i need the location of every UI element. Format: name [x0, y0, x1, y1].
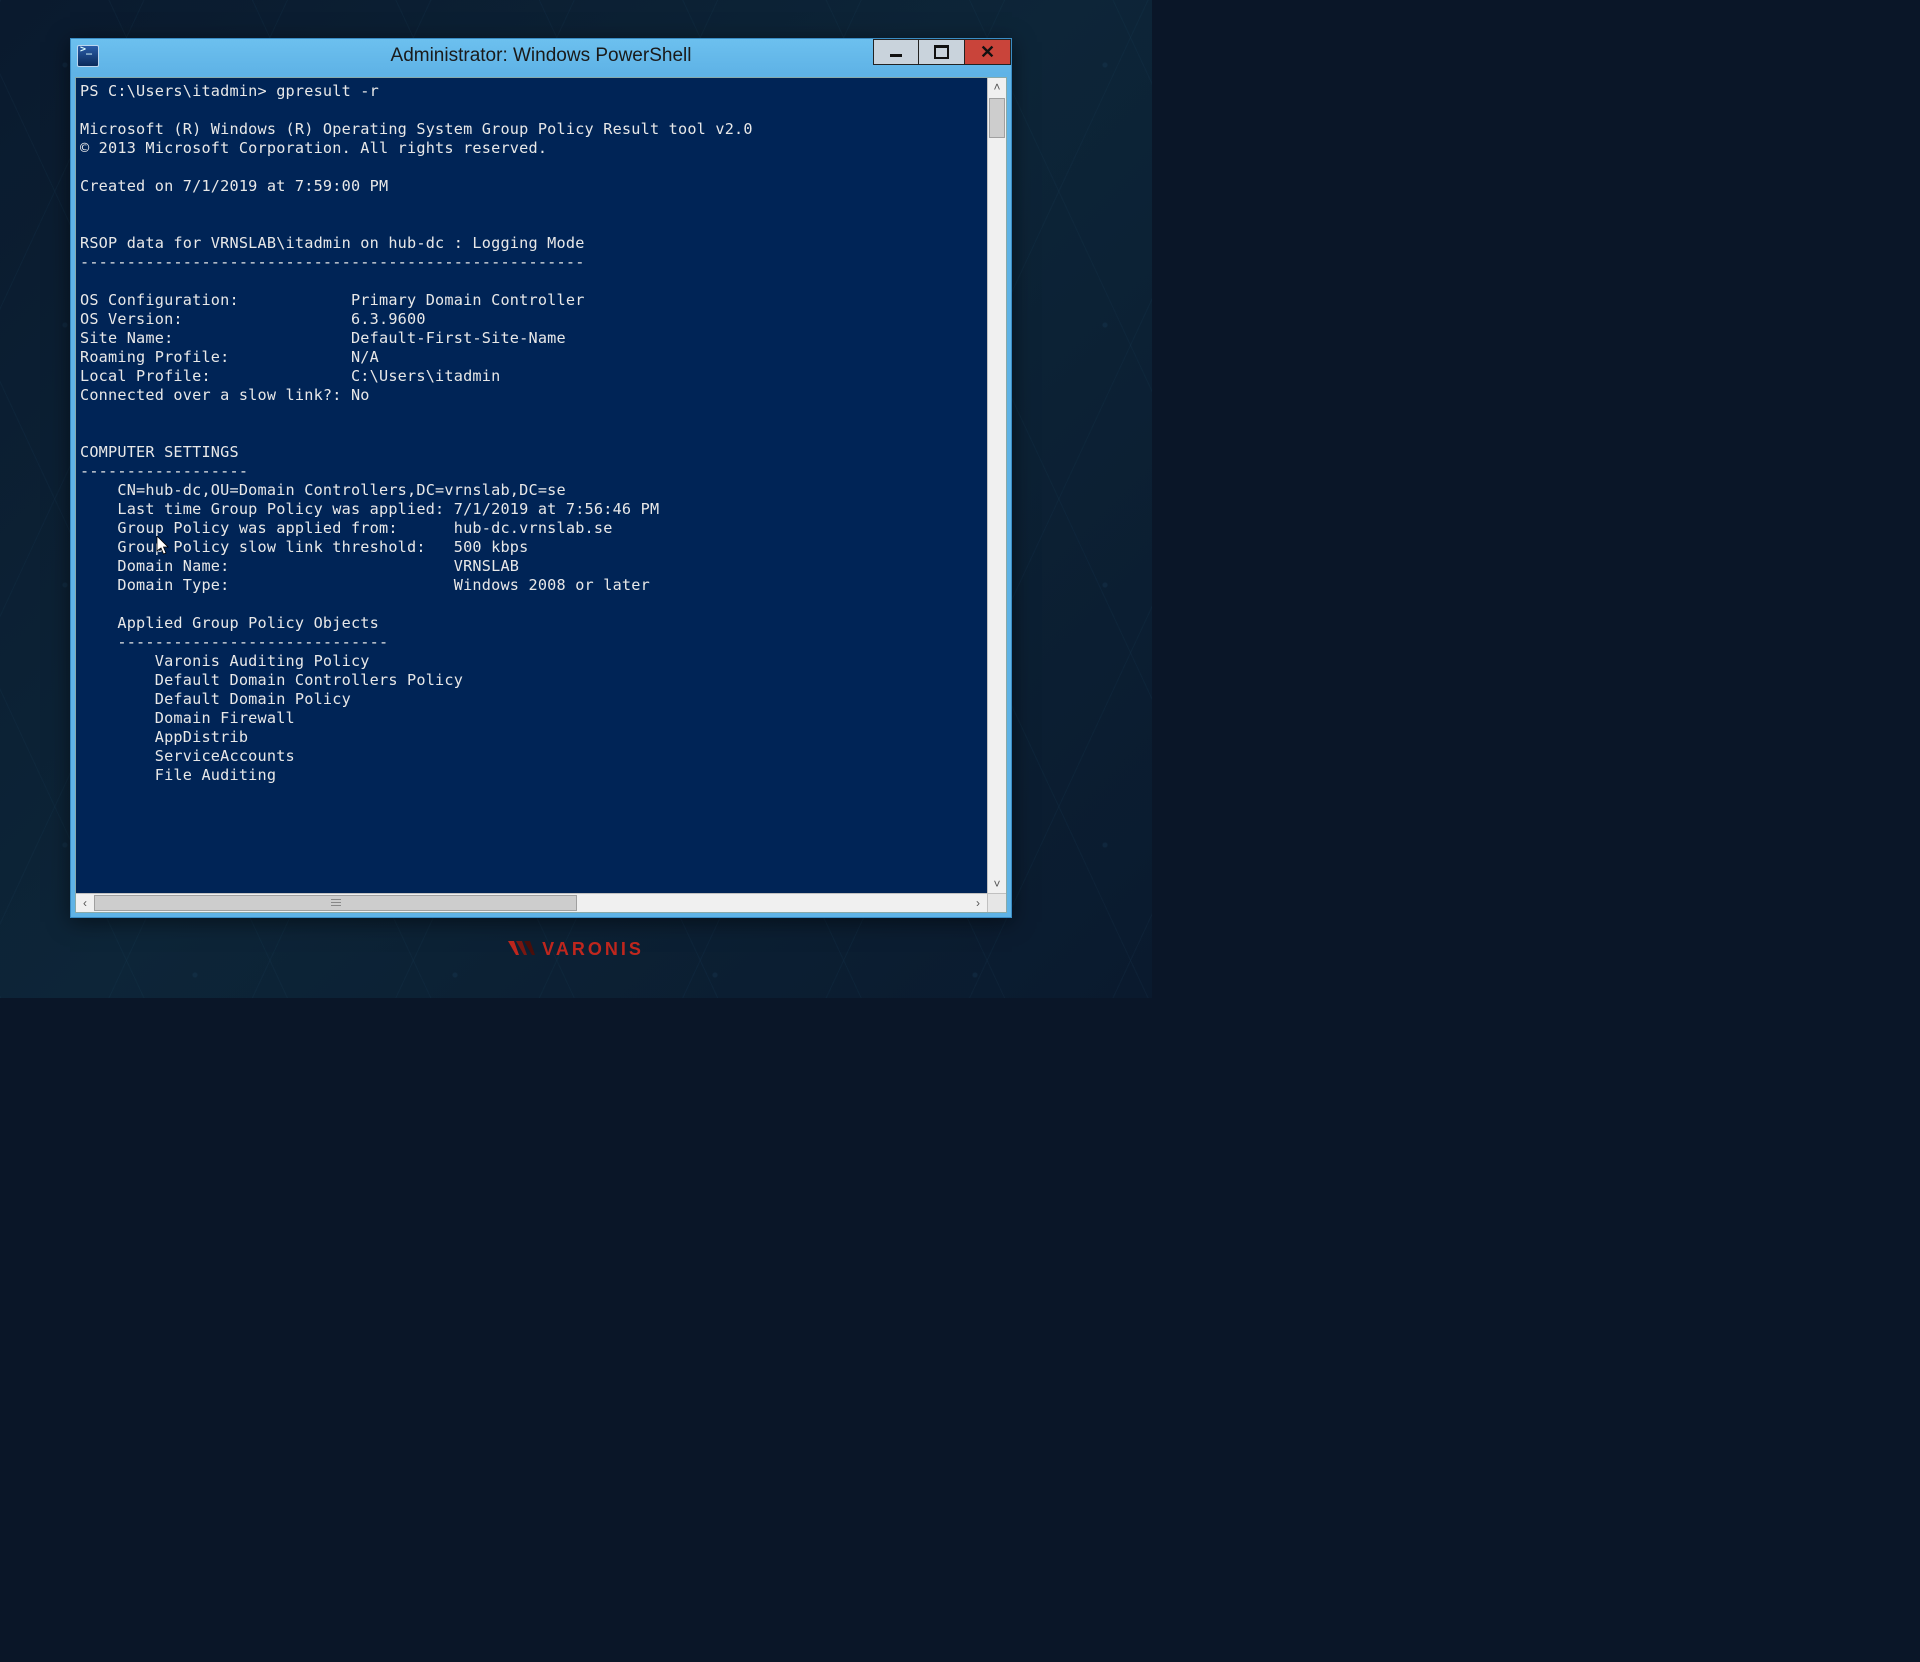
- powershell-icon: [77, 45, 99, 67]
- scroll-up-arrow-icon[interactable]: ˄: [988, 78, 1006, 96]
- vertical-scroll-thumb[interactable]: [989, 98, 1005, 138]
- os-config-value: Primary Domain Controller: [351, 291, 585, 309]
- rsop-header: RSOP data for VRNSLAB\itadmin on hub-dc …: [80, 234, 585, 252]
- slow-link-value: No: [351, 386, 370, 404]
- window-titlebar[interactable]: Administrator: Windows PowerShell ✕: [71, 39, 1011, 73]
- console-output[interactable]: PS C:\Users\itadmin> gpresult -r Microso…: [76, 78, 987, 893]
- tool-header-1: Microsoft (R) Windows (R) Operating Syst…: [80, 120, 753, 138]
- scroll-left-arrow-icon[interactable]: ‹: [76, 894, 94, 912]
- site-name-label: Site Name:: [80, 329, 173, 347]
- gpo-item: File Auditing: [155, 766, 276, 784]
- scroll-right-arrow-icon[interactable]: ›: [969, 894, 987, 912]
- close-button[interactable]: ✕: [965, 39, 1011, 65]
- maximize-button[interactable]: [919, 39, 965, 65]
- powershell-window: Administrator: Windows PowerShell ✕ PS C…: [70, 38, 1012, 918]
- roaming-profile-value: N/A: [351, 348, 379, 366]
- gpo-item: Default Domain Controllers Policy: [155, 671, 463, 689]
- local-profile-value: C:\Users\itadmin: [351, 367, 501, 385]
- applied-gpo-header: Applied Group Policy Objects: [117, 614, 379, 632]
- site-name-value: Default-First-Site-Name: [351, 329, 566, 347]
- prompt: PS C:\Users\itadmin>: [80, 82, 276, 100]
- window-title: Administrator: Windows PowerShell: [71, 39, 1011, 73]
- gpo-item: Domain Firewall: [155, 709, 295, 727]
- horizontal-scroll-thumb[interactable]: [94, 895, 577, 911]
- gpo-item: Default Domain Policy: [155, 690, 351, 708]
- tool-header-2: © 2013 Microsoft Corporation. All rights…: [80, 139, 547, 157]
- horizontal-scrollbar[interactable]: ‹ ›: [76, 893, 1006, 912]
- os-config-label: OS Configuration:: [80, 291, 239, 309]
- applied-gpo-divider: -----------------------------: [117, 633, 388, 651]
- applied-from-value: hub-dc.vrnslab.se: [454, 519, 613, 537]
- window-controls: ✕: [873, 39, 1011, 65]
- varonis-text: VARONIS: [542, 939, 644, 959]
- created-on: Created on 7/1/2019 at 7:59:00 PM: [80, 177, 388, 195]
- client-area: PS C:\Users\itadmin> gpresult -r Microso…: [75, 77, 1007, 913]
- resize-grip-icon[interactable]: [987, 894, 1006, 912]
- computer-settings-divider: ------------------: [80, 462, 248, 480]
- slow-threshold-value: 500 kbps: [454, 538, 529, 556]
- computer-settings-header: COMPUTER SETTINGS: [80, 443, 239, 461]
- scroll-down-arrow-icon[interactable]: ˅: [988, 875, 1006, 893]
- varonis-mark-icon: [508, 941, 536, 959]
- cn-line: CN=hub-dc,OU=Domain Controllers,DC=vrnsl…: [117, 481, 566, 499]
- gpo-item: Varonis Auditing Policy: [155, 652, 370, 670]
- os-version-label: OS Version:: [80, 310, 183, 328]
- local-profile-label: Local Profile:: [80, 367, 211, 385]
- vertical-scrollbar[interactable]: ˄ ˅: [987, 78, 1006, 893]
- domain-name-label: Domain Name:: [117, 557, 229, 575]
- gpo-item: ServiceAccounts: [155, 747, 295, 765]
- command-text: gpresult -r: [276, 82, 379, 100]
- os-version-value: 6.3.9600: [351, 310, 426, 328]
- varonis-logo: VARONIS: [0, 940, 1152, 959]
- domain-type-value: Windows 2008 or later: [454, 576, 650, 594]
- gpo-item: AppDistrib: [155, 728, 248, 746]
- slow-threshold-label: Group Policy slow link threshold:: [117, 538, 425, 556]
- last-applied: Last time Group Policy was applied: 7/1/…: [117, 500, 659, 518]
- slow-link-label: Connected over a slow link?:: [80, 386, 342, 404]
- rsop-divider: ----------------------------------------…: [80, 253, 585, 271]
- minimize-button[interactable]: [873, 39, 919, 65]
- applied-from-label: Group Policy was applied from:: [117, 519, 397, 537]
- domain-type-label: Domain Type:: [117, 576, 229, 594]
- roaming-profile-label: Roaming Profile:: [80, 348, 230, 366]
- domain-name-value: VRNSLAB: [454, 557, 519, 575]
- horizontal-scroll-track[interactable]: [94, 894, 969, 912]
